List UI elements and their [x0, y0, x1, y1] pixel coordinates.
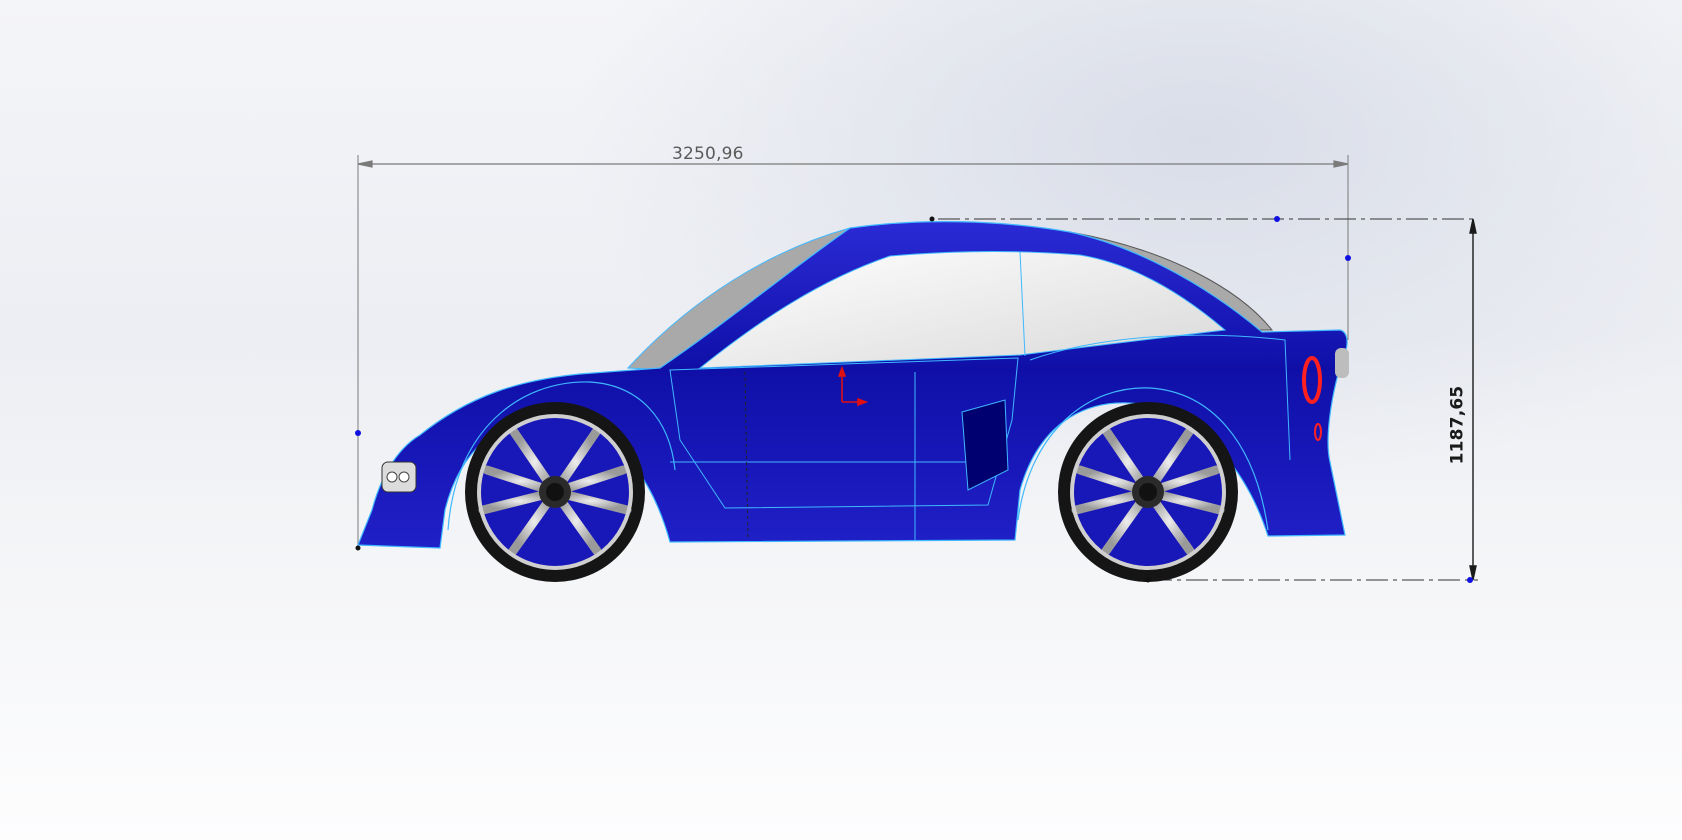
- graphics-viewport[interactable]: 3250,96 1187,65: [0, 0, 1682, 840]
- headlight-cluster[interactable]: [381, 461, 417, 493]
- height-dimension-line[interactable]: [1469, 218, 1477, 581]
- overall-length-dimension[interactable]: 3250,96: [672, 144, 744, 164]
- rear-wheel[interactable]: [1058, 402, 1238, 582]
- overall-height-dimension[interactable]: 1187,65: [1447, 386, 1467, 465]
- front-wheel[interactable]: [465, 402, 645, 582]
- width-dimension-line[interactable]: [357, 160, 1349, 168]
- car-model-drawing[interactable]: [0, 0, 1682, 840]
